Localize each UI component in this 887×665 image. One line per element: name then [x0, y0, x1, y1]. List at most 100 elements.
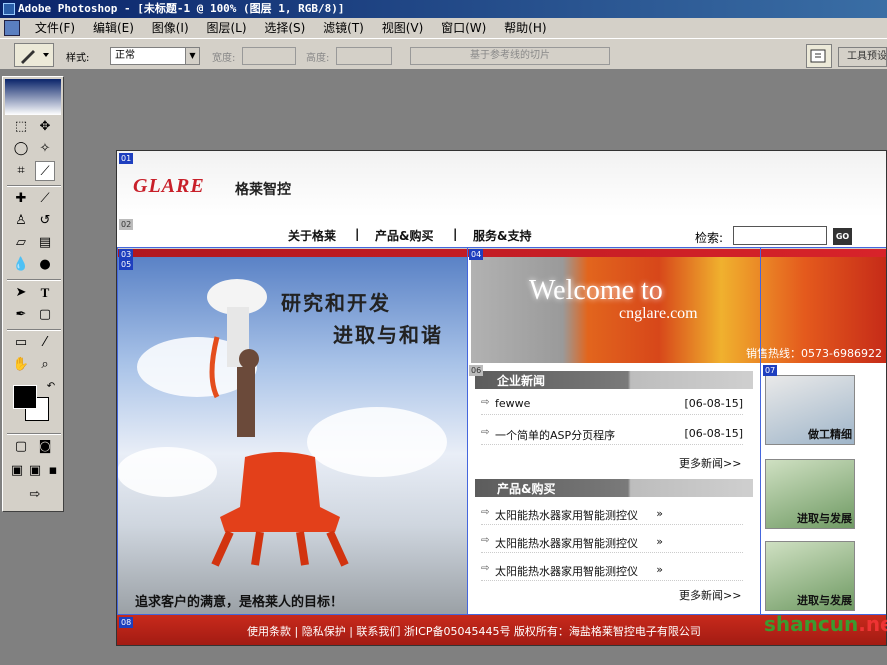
product-row[interactable]: ⇨ 太阳能热水器家用智能测控仪 »: [481, 531, 743, 553]
width-field[interactable]: [242, 47, 296, 65]
hero-slogan: 追求客户的满意，是格莱人的目标！: [135, 595, 344, 610]
magic-wand-icon[interactable]: ✧: [35, 139, 55, 159]
type-icon[interactable]: T: [35, 283, 55, 303]
menu-select[interactable]: 选择(S): [257, 18, 312, 38]
slice-icon[interactable]: ⟋: [35, 161, 55, 181]
slice-tag-01[interactable]: 01: [119, 153, 134, 164]
blur-icon[interactable]: 💧: [11, 255, 31, 275]
arrow-right-icon: ⇨: [481, 563, 490, 574]
thumb-caption: 做工精细: [808, 428, 852, 441]
site-nav: 关于格莱 | 产品&购买 | 服务&支持 检索: GO: [117, 217, 886, 249]
red-chair-image: [211, 452, 349, 567]
side-thumbnails: 做工精细 进取与发展 进取与发展: [761, 363, 886, 615]
dodge-icon[interactable]: ●: [35, 255, 55, 275]
site-logo-cn: 格莱智控: [235, 182, 291, 198]
foreground-color-swatch[interactable]: [13, 385, 37, 409]
screen-mode-standard-icon[interactable]: ▣: [7, 461, 27, 481]
search-input[interactable]: [733, 226, 827, 245]
menu-file[interactable]: 文件(F): [28, 18, 82, 38]
menu-edit[interactable]: 编辑(E): [86, 18, 141, 38]
thumb-progress-1[interactable]: 进取与发展: [765, 459, 855, 529]
tool-preset-picker[interactable]: [14, 43, 54, 67]
product-row[interactable]: ⇨ 太阳能热水器家用智能测控仪 »: [481, 559, 743, 581]
menu-help[interactable]: 帮助(H): [497, 18, 553, 38]
footer-text: 使用条款 | 隐私保护 | 联系我们 浙ICP备05045445号 版权所有：海…: [247, 625, 701, 638]
document-canvas[interactable]: GLARE 格莱智控 关于格莱 | 产品&购买 | 服务&支持 检索: GO 研…: [116, 150, 887, 646]
menu-filter[interactable]: 滤镜(T): [316, 18, 371, 38]
screen-mode-full-menu-icon[interactable]: ▣: [25, 461, 45, 481]
search-label: 检索:: [695, 231, 724, 245]
news-title[interactable]: fewwe: [495, 397, 530, 410]
chevron-right-icon: »: [656, 563, 663, 576]
news-more-link[interactable]: 更多新闻>>: [679, 455, 741, 471]
stamp-icon[interactable]: ♙: [11, 211, 31, 231]
news-section-header: 企业新闻: [475, 371, 753, 389]
move-icon[interactable]: ✥: [35, 117, 55, 137]
toolbox-divider: [7, 279, 61, 281]
slice-tag-04[interactable]: 04: [469, 249, 484, 260]
slice-tag-07[interactable]: 07: [763, 365, 778, 376]
slices-from-guides-button[interactable]: 基于参考线的切片: [410, 47, 610, 65]
gradient-icon[interactable]: ▤: [35, 233, 55, 253]
marquee-icon[interactable]: ⬚: [11, 117, 31, 137]
slice-tag-08[interactable]: 08: [119, 617, 134, 628]
menu-view[interactable]: 视图(V): [375, 18, 431, 38]
product-title[interactable]: 太阳能热水器家用智能测控仪: [495, 507, 638, 523]
watermark-main: shancun: [764, 612, 859, 636]
palette-well[interactable]: 工具预设: [838, 47, 887, 67]
site-logo: GLARE: [133, 175, 205, 197]
product-row[interactable]: ⇨ 太阳能热水器家用智能测控仪 »: [481, 503, 743, 525]
zoom-icon[interactable]: ⌕: [35, 355, 55, 375]
site-header: GLARE 格莱智控: [117, 151, 886, 217]
screen-mode-full-icon[interactable]: ▪: [43, 461, 63, 481]
photoshop-menu-icon[interactable]: [4, 20, 20, 36]
window-title: Adobe Photoshop - [未标题-1 @ 100% (图层 1, R…: [18, 2, 345, 15]
hand-icon[interactable]: ✋: [11, 355, 31, 375]
height-field[interactable]: [336, 47, 392, 65]
thumb-craft[interactable]: 做工精细: [765, 375, 855, 445]
toolbox-divider: [7, 185, 61, 187]
crop-icon[interactable]: ⌗: [11, 161, 31, 181]
notes-icon[interactable]: ▭: [11, 333, 31, 353]
history-brush-icon[interactable]: ↺: [35, 211, 55, 231]
product-title[interactable]: 太阳能热水器家用智能测控仪: [495, 535, 638, 551]
healing-icon[interactable]: ✚: [11, 189, 31, 209]
eyedropper-icon[interactable]: ⁄: [35, 333, 55, 353]
pen-icon[interactable]: ✒: [11, 305, 31, 325]
eraser-icon[interactable]: ▱: [11, 233, 31, 253]
file-browser-icon[interactable]: [806, 44, 832, 68]
welcome-domain: cnglare.com: [619, 305, 698, 322]
menu-layer[interactable]: 图层(L): [199, 18, 253, 38]
products-section-title: 产品&购买: [497, 482, 556, 496]
slice-tag-06[interactable]: 06: [469, 365, 484, 376]
slice-tag-02[interactable]: 02: [119, 219, 134, 230]
brush-icon[interactable]: ⟋: [35, 189, 55, 209]
news-row[interactable]: ⇨ fewwe [06-08-15]: [481, 393, 743, 415]
nav-service[interactable]: 服务&支持: [473, 227, 531, 244]
products-more-link[interactable]: 更多新闻>>: [679, 587, 741, 603]
thumb-caption: 进取与发展: [797, 594, 852, 607]
nav-about[interactable]: 关于格莱: [288, 227, 336, 244]
thumb-progress-2[interactable]: 进取与发展: [765, 541, 855, 611]
news-row[interactable]: ⇨ 一个简单的ASP分页程序 [06-08-15]: [481, 423, 743, 445]
width-label: 宽度:: [212, 53, 236, 64]
standard-mode-icon[interactable]: ▢: [11, 437, 31, 457]
swap-colors-icon[interactable]: ↶: [41, 377, 61, 397]
toolbox-divider: [7, 329, 61, 331]
news-date: [06-08-15]: [684, 397, 743, 410]
search-go-button[interactable]: GO: [833, 228, 852, 245]
news-title[interactable]: 一个简单的ASP分页程序: [495, 427, 615, 443]
product-title[interactable]: 太阳能热水器家用智能测控仪: [495, 563, 638, 579]
menu-image[interactable]: 图像(I): [145, 18, 196, 38]
hero-headline-2: 进取与和谐: [333, 323, 443, 347]
quick-mask-icon[interactable]: ◙: [35, 437, 55, 457]
path-select-icon[interactable]: ➤: [11, 283, 31, 303]
style-select[interactable]: 正常 ▼: [110, 47, 200, 65]
hero-image: 研究和开发 进取与和谐 追求客户的满意，是格莱人的目标！: [117, 257, 467, 615]
jump-to-imageready-icon[interactable]: ⇨: [21, 485, 49, 505]
lasso-icon[interactable]: ◯: [11, 139, 31, 159]
shape-icon[interactable]: ▢: [35, 305, 55, 325]
nav-products[interactable]: 产品&购买: [375, 227, 433, 244]
slice-tag-05[interactable]: 05: [119, 259, 134, 270]
menu-window[interactable]: 窗口(W): [434, 18, 493, 38]
